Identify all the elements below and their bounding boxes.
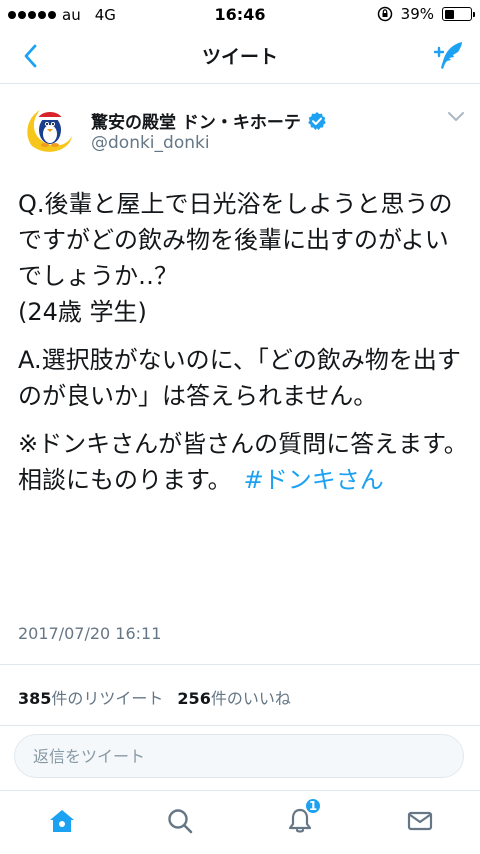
reply-box [14,734,464,778]
compose-feather-icon [433,42,462,69]
tab-messages[interactable] [402,803,438,839]
like-label: 件のいいね [210,689,291,708]
retweet-label: 件のリツイート [51,689,164,708]
stats-row: 385件のリツイート 256件のいいね [18,685,291,709]
tab-notifications[interactable]: 1 [282,797,322,839]
home-icon [50,810,74,832]
notification-badge: 1 [304,797,322,815]
tab-home[interactable] [44,803,80,839]
status-right: 39% [377,5,475,23]
likes-link[interactable]: 256件のいいね [177,685,290,709]
chevron-down-icon[interactable] [446,110,466,124]
battery-percent: 39% [400,5,434,23]
nav-bar: ツイート [0,30,480,84]
retweet-count: 385 [18,689,52,708]
avatar[interactable] [18,100,78,160]
donki-mascot-avatar-icon [18,100,78,160]
page-title: ツイート [201,46,278,68]
display-name: 驚安の殿堂 ドン・キホーテ [91,113,301,133]
tweet-stats: 385件のリツイート 256件のいいね [0,664,480,726]
tab-search[interactable] [162,803,198,839]
status-bar: au 4G 16:46 39% [0,0,480,30]
tweet-question: Q.後輩と屋上で日光浴をしようと思うのですがどの飲み物を後輩に出すのがよいでしょ… [18,190,453,290]
retweets-link[interactable]: 385件のリツイート [18,685,163,709]
mail-icon [407,811,433,831]
search-icon [168,809,193,834]
tweet-asker: (24歳 学生) [18,298,147,326]
compose-tweet-button[interactable] [428,36,468,76]
tweet-header: 驚安の殿堂 ドン・キホーテ @donki_donki [0,84,480,164]
tweet-timestamp: 2017/07/20 16:11 [18,624,162,643]
reply-input[interactable] [15,735,463,777]
like-count: 256 [177,689,211,708]
tweet-note-paragraph: ※ドンキさんが皆さんの質問に答えます。相談にものります。 #ドンキさん [18,426,468,498]
tweet-text: Q.後輩と屋上で日光浴をしようと思うのですがどの飲み物を後輩に出すのがよいでしょ… [18,186,468,510]
hashtag-link[interactable]: #ドンキさん [244,466,384,494]
battery-level [444,9,455,19]
orientation-lock-icon [377,6,392,22]
battery-icon [442,7,475,21]
display-name-row[interactable]: 驚安の殿堂 ドン・キホーテ [91,108,327,133]
tab-bar: 1 [0,790,480,854]
verified-badge-icon [308,111,326,130]
user-handle[interactable]: @donki_donki [91,133,210,153]
tweet-answer: A.選択肢がないのに、「どの飲み物を出すのが良いか」は答えられません。 [18,346,461,410]
